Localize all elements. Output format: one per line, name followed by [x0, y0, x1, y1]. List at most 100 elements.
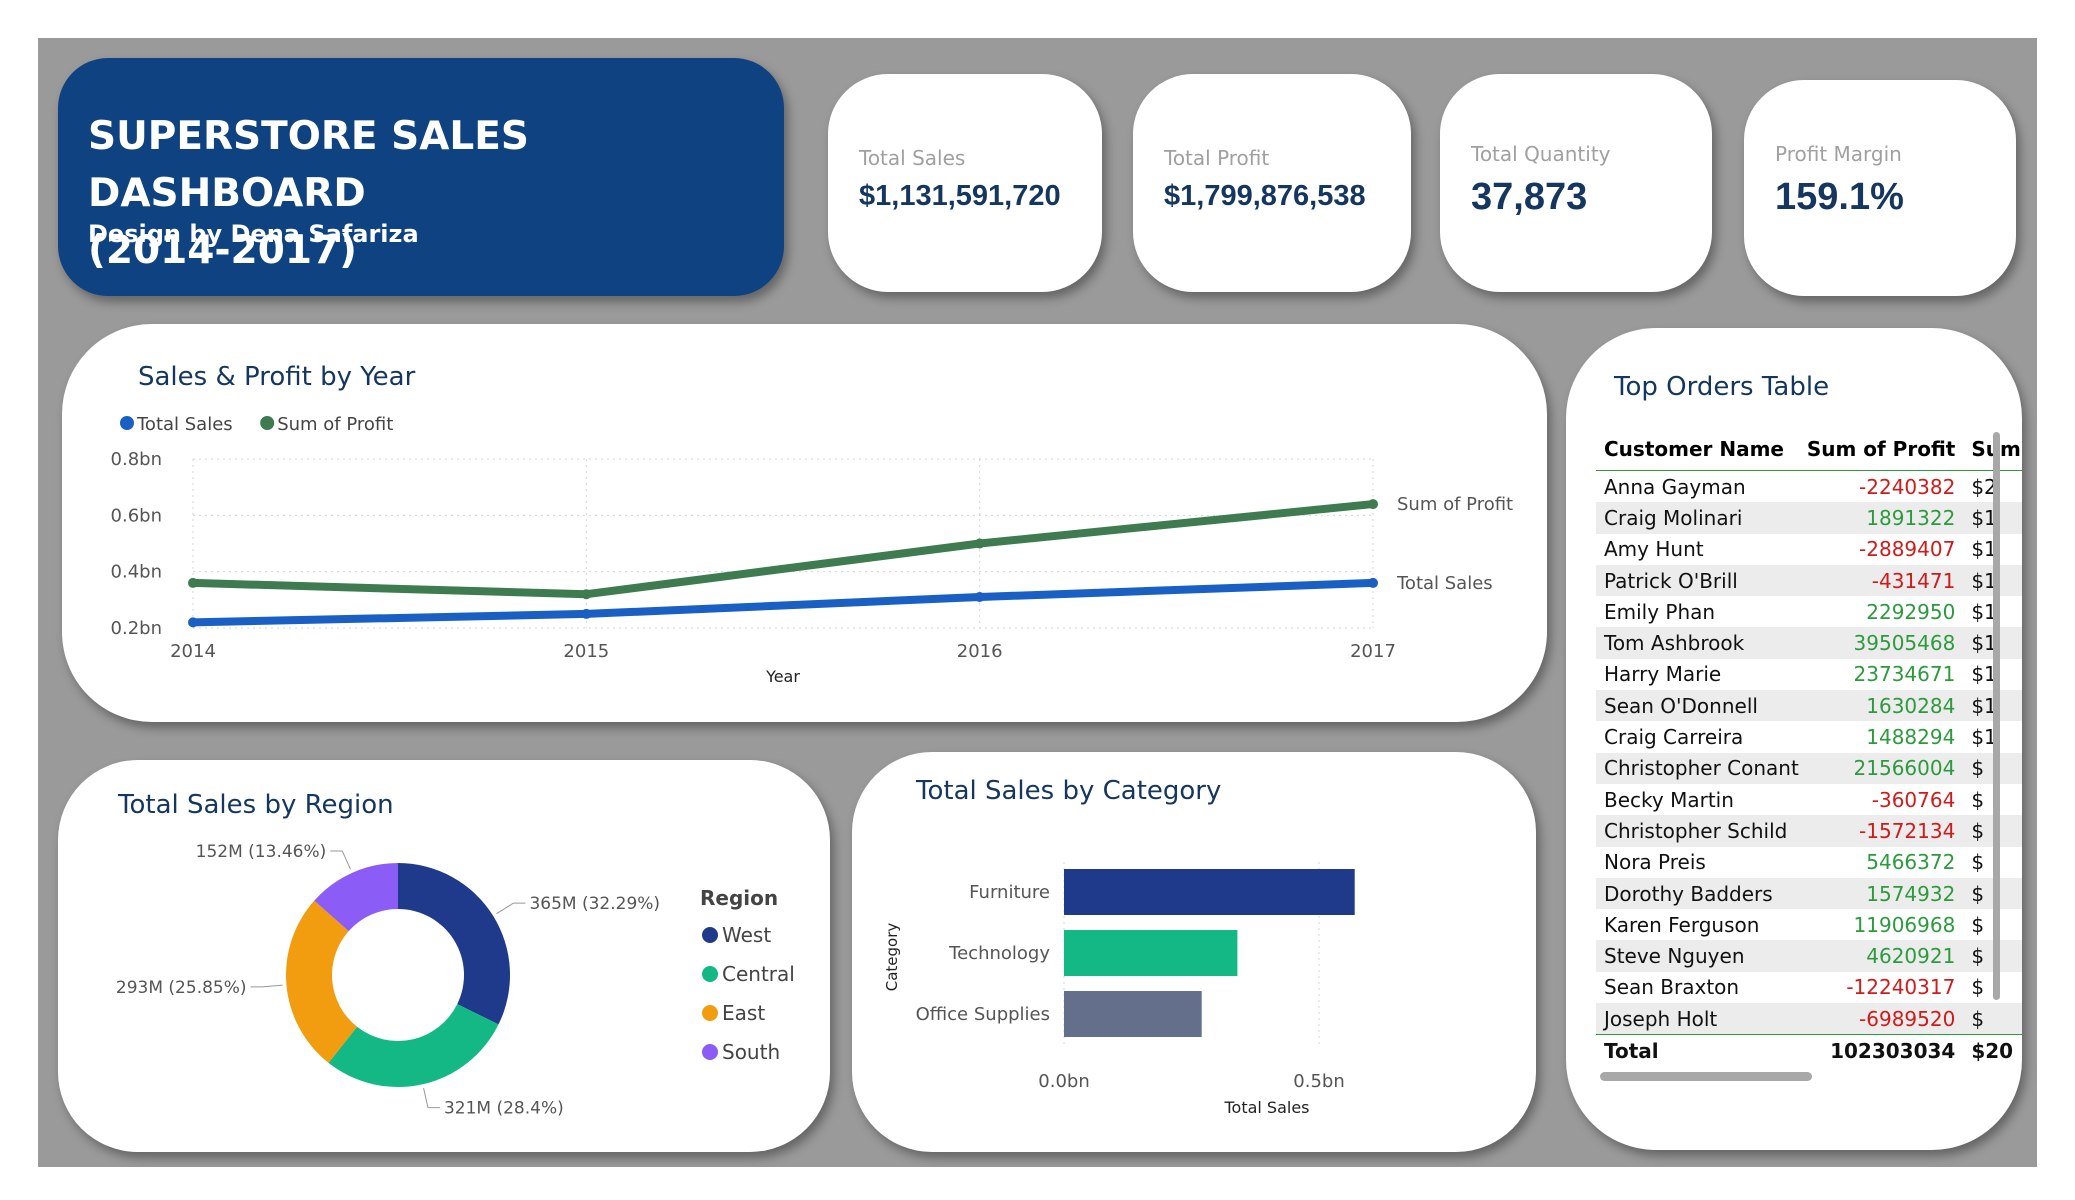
- table-title: Top Orders Table: [1614, 372, 1830, 402]
- legend-title: Region: [700, 886, 778, 910]
- column-header[interactable]: Sum of Profit: [1799, 428, 1964, 471]
- x-tick-label: 0.0bn: [1038, 1071, 1089, 1092]
- kpi-card-profit-margin: Profit Margin 159.1%: [1744, 80, 2016, 296]
- table-row[interactable]: Sean Braxton -12240317 $: [1596, 972, 2022, 1003]
- y-tick-label: 0.8bn: [111, 449, 162, 470]
- bar-chart: Furniture Technology Office Supplies 0.0bn 0…: [883, 862, 1355, 1117]
- slice-label: 152M (13.46%): [196, 842, 327, 862]
- category-label: Technology: [948, 943, 1050, 964]
- legend-marker: [702, 927, 718, 943]
- table-row[interactable]: Anna Gayman -2240382 $2: [1596, 471, 2022, 503]
- series-end-label: Total Sales: [1396, 573, 1493, 594]
- table-viewport: Customer Name Sum of Profit Sum Anna Gay…: [1596, 428, 2022, 1068]
- sales-by-region-card: Total Sales by Region 365M (32.29%) 321M …: [58, 760, 830, 1152]
- category-label: Office Supplies: [916, 1004, 1050, 1025]
- series-line: [192, 500, 1374, 599]
- legend-marker: [260, 416, 275, 430]
- profit-cell: 1488294: [1866, 725, 1956, 750]
- legend-label: West: [722, 923, 771, 947]
- x-axis-title: Total Sales: [1223, 1098, 1309, 1117]
- table-row[interactable]: Becky Martin -360764 $: [1596, 784, 2022, 815]
- customer-name-cell: Craig Molinari: [1596, 502, 1799, 534]
- x-tick-label: 2015: [563, 641, 609, 662]
- kpi-label: Total Profit: [1164, 146, 1270, 170]
- bar: [1064, 869, 1355, 915]
- y-tick-label: 0.2bn: [111, 618, 162, 639]
- kpi-value: $1,131,591,720: [859, 180, 1061, 212]
- legend-marker: [702, 1005, 718, 1021]
- data-point: [1368, 577, 1378, 588]
- customer-name-cell: Anna Gayman: [1604, 474, 1746, 499]
- data-point: [974, 538, 985, 549]
- table-row[interactable]: Dorothy Badders 1574932 $: [1596, 877, 2022, 910]
- profit-cell: -6989520: [1798, 1003, 1964, 1035]
- table-row[interactable]: Steve Nguyen 4620921 $: [1596, 940, 2022, 972]
- legend-label: Total Sales: [136, 414, 233, 435]
- total-label: Total: [1596, 1034, 1799, 1067]
- profit-cell: -2240382: [1859, 474, 1956, 499]
- data-point: [188, 577, 198, 588]
- customer-name-cell: Joseph Holt: [1596, 1003, 1799, 1035]
- total-sum: $20: [1963, 1034, 2022, 1067]
- profit-cell: 39505468: [1798, 627, 1964, 659]
- kpi-value: 159.1%: [1775, 176, 1904, 218]
- table-row[interactable]: Emily Phan 2292950 $1: [1596, 596, 2022, 627]
- dashboard-title: SUPERSTORE SALES DASHBOARD (2014-2017): [88, 108, 784, 279]
- profit-cell: 2292950: [1866, 599, 1956, 624]
- x-tick-label: 0.5bn: [1293, 1071, 1344, 1092]
- table-row[interactable]: Joseph Holt -6989520 $: [1596, 1003, 2022, 1035]
- table-row[interactable]: Craig Molinari 1891322 $1: [1596, 502, 2022, 534]
- kpi-card-total-quantity: Total Quantity 37,873: [1440, 74, 1712, 292]
- customer-name-cell: Becky Martin: [1604, 787, 1734, 812]
- table-row[interactable]: Christopher Conant 21566004 $: [1596, 752, 2022, 784]
- y-tick-label: 0.6bn: [111, 505, 162, 526]
- profit-cell: 1574932: [1798, 877, 1964, 910]
- customer-name-cell: Dorothy Badders: [1596, 877, 1799, 910]
- kpi-card-total-profit: Total Profit $1,799,876,538: [1133, 74, 1411, 292]
- profit-cell: -360764: [1871, 787, 1956, 812]
- category-label: Furniture: [969, 882, 1050, 903]
- customer-name-cell: Christopher Schild: [1596, 815, 1799, 847]
- profit-cell: 21566004: [1798, 752, 1964, 784]
- customer-name-cell: Harry Marie: [1604, 662, 1722, 687]
- kpi-label: Profit Margin: [1775, 142, 1902, 166]
- profit-cell: -1572134: [1798, 815, 1964, 847]
- customer-name-cell: Steve Nguyen: [1596, 940, 1799, 972]
- table-horizontal-scrollbar[interactable]: [1600, 1072, 1812, 1081]
- leader-line: [496, 902, 526, 915]
- table-row[interactable]: Karen Ferguson 11906968 $: [1596, 909, 2022, 940]
- kpi-label: Total Quantity: [1471, 142, 1611, 166]
- legend-marker: [120, 416, 134, 430]
- table-row[interactable]: Patrick O'Brill -431471 $1: [1596, 564, 2022, 597]
- column-header[interactable]: Customer Name: [1596, 428, 1799, 471]
- table-row[interactable]: Amy Hunt -2889407 $1: [1596, 534, 2022, 565]
- x-tick-label: 2017: [1350, 641, 1396, 662]
- customer-name-cell: Patrick O'Brill: [1596, 564, 1799, 597]
- profit-cell: 5466372: [1866, 850, 1956, 875]
- line-chart: Total Sales Sum of Profit 0.2bn 0.4bn 0.6bn…: [111, 414, 1514, 686]
- table-total-row: Total 102303034 $20: [1596, 1034, 2022, 1067]
- table-row[interactable]: Nora Preis 5466372 $: [1596, 847, 2022, 878]
- dashboard-subtitle: Design by Dena Safariza: [88, 220, 419, 248]
- table-vertical-scrollbar[interactable]: [1993, 432, 2000, 1000]
- table-row[interactable]: Tom Ashbrook 39505468 $1: [1596, 627, 2022, 659]
- table-row[interactable]: Craig Carreira 1488294 $1: [1596, 721, 2022, 752]
- customer-name-cell: Nora Preis: [1604, 850, 1706, 875]
- data-point: [581, 608, 592, 619]
- customer-name-cell: Christopher Conant: [1596, 752, 1799, 784]
- slice-label: 321M (28.4%): [444, 1099, 564, 1119]
- slice-label: 365M (32.29%): [529, 894, 660, 914]
- title-card: SUPERSTORE SALES DASHBOARD (2014-2017) D…: [58, 58, 784, 296]
- table-row[interactable]: Sean O'Donnell 1630284 $1: [1596, 690, 2022, 722]
- table-row[interactable]: Christopher Schild -1572134 $: [1596, 815, 2022, 847]
- kpi-value: 37,873: [1471, 176, 1588, 218]
- series-end-label: Sum of Profit: [1397, 494, 1513, 515]
- kpi-card-total-sales: Total Sales $1,131,591,720: [828, 74, 1102, 292]
- profit-cell: 23734671: [1853, 662, 1956, 687]
- top-orders-card: Top Orders Table Customer Name Sum of Pr…: [1566, 328, 2022, 1150]
- customer-name-cell: Tom Ashbrook: [1596, 627, 1799, 659]
- table-row[interactable]: Harry Marie 23734671 $1: [1596, 659, 2022, 690]
- customer-name-cell: Amy Hunt: [1604, 537, 1704, 562]
- legend-label: South: [722, 1040, 780, 1064]
- y-tick-label: 0.4bn: [111, 562, 162, 583]
